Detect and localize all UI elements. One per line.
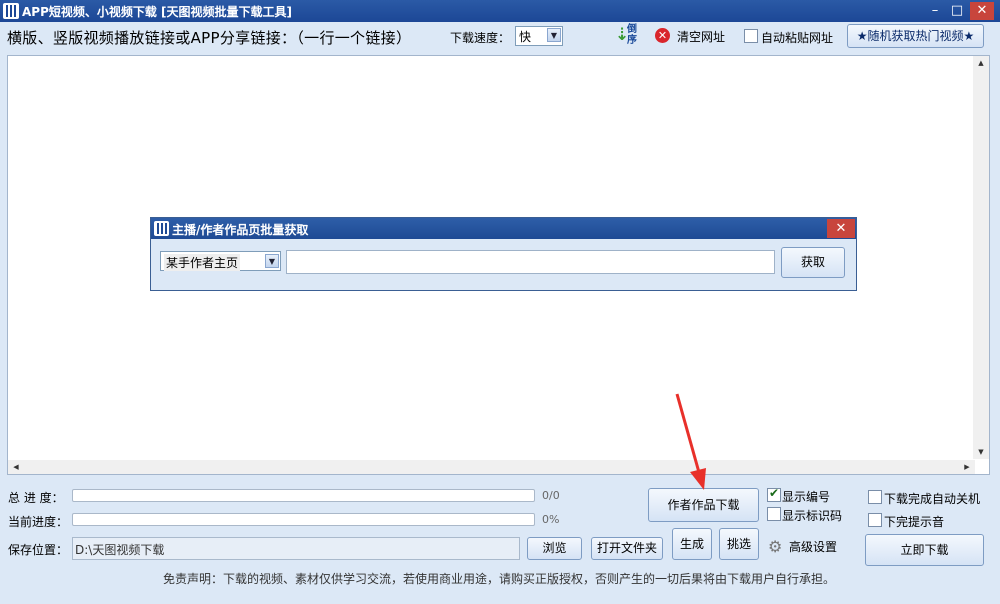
annotation-arrow-icon [675, 393, 706, 490]
total-progress-label: 总 进 度： [8, 491, 64, 505]
auto-shutdown-checkbox[interactable] [868, 490, 882, 504]
vertical-scrollbar[interactable]: ▲ ▼ [973, 56, 989, 459]
source-select[interactable]: 某手作者主页 ▼ [160, 251, 281, 271]
clear-urls-label: 清空网址 [677, 30, 726, 44]
advanced-settings-link[interactable]: 高级设置 [789, 538, 837, 555]
reverse-order-label: 倒序 [627, 24, 637, 46]
horizontal-scrollbar[interactable]: ◀ ▶ [8, 460, 975, 474]
auto-shutdown-label: 下载完成自动关机 [884, 492, 981, 506]
reverse-order-button[interactable]: ⇣ 倒序 [612, 24, 640, 51]
current-progress-bar [72, 513, 535, 526]
app-window: APP短视频、小视频下载 [天图视频批量下载工具] – □ ✕ 横版、竖版视频播… [0, 0, 1000, 604]
chevron-down-icon[interactable]: ▼ [547, 28, 561, 42]
speed-select[interactable]: 快 ▼ [515, 26, 563, 46]
source-selected-value: 某手作者主页 [164, 254, 241, 271]
window-title: APP短视频、小视频下载 [天图视频批量下载工具] [22, 5, 293, 19]
current-progress-label: 当前进度： [8, 515, 69, 529]
generate-button[interactable]: 生成 [672, 528, 712, 560]
auto-paste-checkbox[interactable] [744, 29, 758, 43]
current-progress-text: 0% [542, 513, 560, 526]
speed-value: 快 [519, 30, 532, 44]
save-location-label: 保存位置： [8, 543, 69, 557]
app-logo-icon [3, 3, 19, 19]
browse-button[interactable]: 浏览 [527, 537, 582, 560]
gear-icon[interactable]: ⚙ [768, 537, 782, 556]
show-id-label: 显示标识码 [782, 509, 843, 523]
speed-label: 下载速度： [450, 31, 511, 45]
disclaimer-text: 免责声明：下载的视频、素材仅供学习交流，若使用商业用途，请购买正版授权，否则产生… [163, 572, 836, 586]
author-url-input[interactable] [286, 250, 775, 274]
scroll-down-icon[interactable]: ▼ [973, 445, 989, 459]
scroll-up-icon[interactable]: ▲ [973, 56, 989, 70]
show-number-label: 显示编号 [782, 490, 831, 504]
maximize-button[interactable]: □ [946, 2, 968, 20]
checkmark-icon: ✔ [769, 486, 780, 500]
total-progress-bar [72, 489, 535, 502]
show-id-checkbox[interactable] [767, 507, 781, 521]
total-progress-text: 0/0 [542, 489, 560, 502]
scroll-right-icon[interactable]: ▶ [959, 460, 975, 474]
dialog-close-button[interactable]: ✕ [827, 219, 855, 238]
links-instruction-label: 横版、竖版视频播放链接或APP分享链接：（一行一个链接） [7, 29, 412, 47]
open-folder-button[interactable]: 打开文件夹 [591, 537, 663, 560]
app-logo-icon [154, 221, 169, 236]
clear-icon: ✕ [655, 28, 670, 43]
dialog-title: 主播/作者作品页批量获取 [172, 223, 309, 237]
close-button[interactable]: ✕ [970, 2, 994, 20]
minimize-button[interactable]: – [924, 2, 946, 20]
batch-fetch-dialog: 主播/作者作品页批量获取 ✕ 某手作者主页 ▼ 获取 [150, 217, 857, 291]
chevron-down-icon[interactable]: ▼ [265, 254, 279, 268]
pick-button[interactable]: 挑选 [719, 528, 759, 560]
scroll-left-icon[interactable]: ◀ [8, 460, 24, 474]
show-number-checkbox[interactable]: ✔ [767, 486, 781, 502]
save-path-input[interactable]: D:\天图视频下载 [72, 537, 520, 560]
save-path-value: D:\天图视频下载 [75, 543, 165, 557]
completion-sound-checkbox[interactable] [868, 513, 882, 527]
dialog-title-bar[interactable]: 主播/作者作品页批量获取 ✕ [151, 218, 856, 239]
title-bar[interactable]: APP短视频、小视频下载 [天图视频批量下载工具] – □ ✕ [0, 0, 1000, 22]
fetch-button[interactable]: 获取 [781, 247, 845, 278]
random-hot-videos-button[interactable]: ★随机获取热门视频★ [847, 24, 984, 48]
download-now-button[interactable]: 立即下载 [865, 534, 984, 566]
completion-sound-label: 下完提示音 [884, 515, 945, 529]
auto-paste-label: 自动粘贴网址 [761, 31, 834, 45]
